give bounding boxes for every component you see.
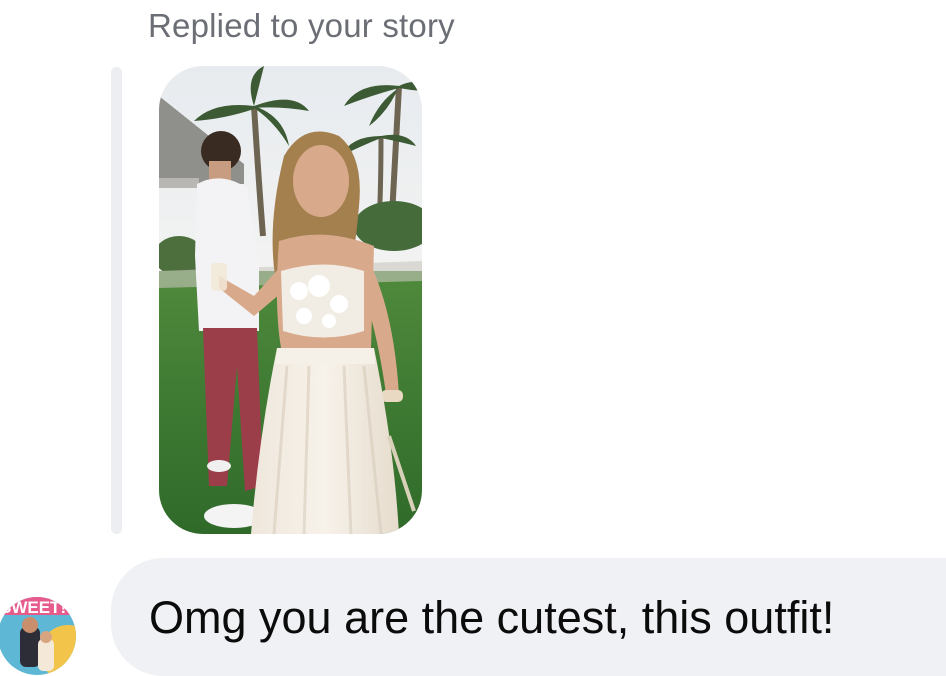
story-photo-icon	[159, 66, 422, 534]
story-preview-thumbnail[interactable]	[159, 66, 422, 534]
message-bubble[interactable]: Omg you are the cutest, this outfit!	[111, 558, 946, 676]
avatar-badge-text: SWEET!	[0, 598, 66, 617]
message-text: Omg you are the cutest, this outfit!	[149, 592, 835, 643]
reply-quote-bar	[111, 67, 122, 534]
profile-avatar-icon: SWEET!	[0, 597, 76, 675]
sender-avatar[interactable]: SWEET!	[0, 593, 76, 676]
story-reply-label: Replied to your story	[148, 7, 455, 44]
